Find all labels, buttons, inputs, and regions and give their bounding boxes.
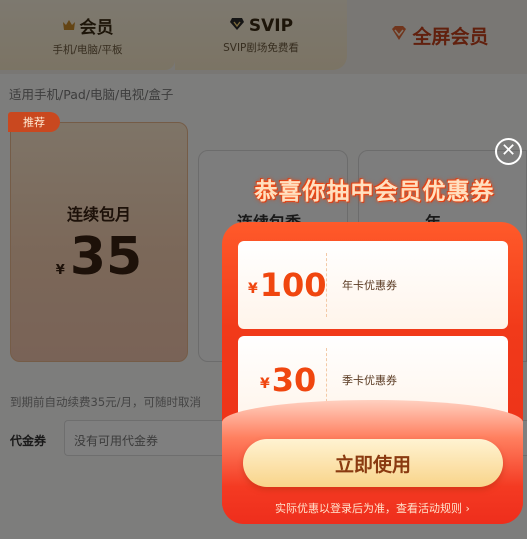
coupon-card-yearly[interactable]: ¥ 100 年卡优惠券 xyxy=(238,241,508,329)
close-icon[interactable]: ✕ xyxy=(495,138,522,165)
coupon-value: 30 xyxy=(271,361,317,399)
coupon-popup: ¥ 100 年卡优惠券 ¥ 30 季卡优惠券 立即使用 实际优惠以登录后为准，查… xyxy=(222,222,523,524)
popup-headline: 恭喜你抽中会员优惠券 xyxy=(254,179,495,205)
activity-rules-link[interactable]: 实际优惠以登录后为准，查看活动规则 › xyxy=(222,500,523,516)
coupon-amount: ¥ 100 xyxy=(248,241,327,329)
use-now-button[interactable]: 立即使用 xyxy=(243,439,503,487)
currency-symbol: ¥ xyxy=(248,281,258,297)
coupon-name: 年卡优惠券 xyxy=(342,279,397,292)
coupon-divider xyxy=(326,253,327,317)
currency-symbol: ¥ xyxy=(260,376,270,392)
recommend-badge: 推荐 xyxy=(8,112,60,132)
coupon-value: 100 xyxy=(259,266,327,304)
